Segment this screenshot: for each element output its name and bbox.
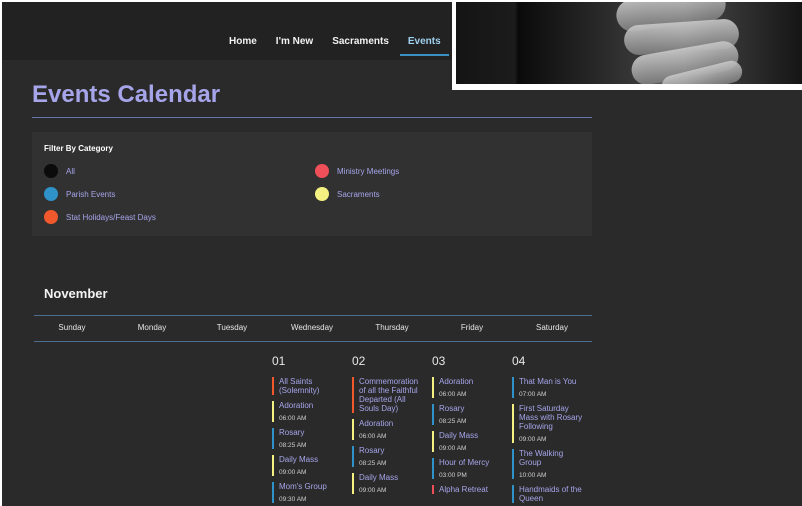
event-item[interactable]: Daily Mass 09:00 AM — [432, 431, 506, 452]
weekday-wednesday: Wednesday — [290, 323, 334, 332]
nav-events[interactable]: Events — [399, 36, 449, 56]
page-frame: Home I'm New Sacraments Events M Events … — [2, 2, 802, 506]
month-heading: November — [44, 286, 108, 301]
filter-label: Stat Holidays/Feast Days — [66, 212, 156, 222]
nav-sacraments[interactable]: Sacraments — [332, 36, 389, 47]
event-time: 08:25 AM — [439, 418, 467, 425]
event-time: 07:00 AM — [519, 391, 547, 398]
page-title: Events Calendar — [32, 81, 221, 108]
event-time: 09:00 AM — [359, 487, 387, 494]
event-item[interactable]: Alpha Retreat — [432, 485, 506, 494]
event-time: 08:25 AM — [279, 442, 307, 449]
day-number: 02 — [352, 354, 366, 368]
weekday-sunday: Sunday — [58, 323, 86, 332]
event-time: 06:00 AM — [439, 391, 467, 398]
nav-home[interactable]: Home — [229, 36, 257, 47]
event-title: Rosary — [279, 428, 305, 437]
event-time: 09:30 AM — [279, 496, 307, 503]
day-number: 03 — [432, 354, 446, 368]
event-title: Rosary — [439, 404, 465, 413]
event-time: 03:00 PM — [439, 472, 467, 479]
event-item[interactable]: Mom's Group 09:30 AM — [272, 482, 346, 503]
filter-ministry-meetings[interactable]: Ministry Meetings — [315, 164, 399, 178]
weekday-thursday: Thursday — [375, 323, 409, 332]
event-item[interactable]: Rosary 08:25 AM — [272, 428, 346, 449]
day-cell: 03 Adoration 06:00 AM Rosary 08:25 AM Daily M… — [432, 354, 512, 500]
day-cell: 01 All Saints (Solemnity) Adoration 06:00 A… — [272, 354, 352, 506]
day-number: 01 — [272, 354, 286, 368]
filter-all[interactable]: All — [44, 164, 75, 178]
category-dot-icon — [44, 210, 58, 224]
video-overlay-frame — [452, 2, 802, 90]
weekday-saturday: Saturday — [535, 323, 569, 332]
event-time: 09:00 AM — [279, 469, 307, 476]
event-title: Handmaids of the Queen — [519, 485, 582, 503]
event-title: Adoration — [279, 401, 314, 410]
filter-label: Sacraments — [337, 189, 380, 199]
main-nav: Home I'm New Sacraments Events M — [229, 36, 487, 56]
category-dot-icon — [315, 164, 329, 178]
day-cell: 04 That Man is You 07:00 AM First Saturday … — [512, 354, 592, 506]
filter-label: Ministry Meetings — [337, 166, 400, 176]
day-number: 04 — [512, 354, 526, 368]
event-time: 09:00 AM — [519, 436, 547, 443]
event-title: Daily Mass — [359, 473, 399, 482]
nav-im-new[interactable]: I'm New — [276, 36, 313, 47]
filter-label: All — [66, 166, 75, 176]
filter-label: Parish Events — [66, 189, 116, 199]
event-title: Daily Mass — [279, 455, 319, 464]
category-dot-icon — [315, 187, 329, 201]
weekday-friday: Friday — [460, 323, 484, 332]
event-time: 09:00 AM — [439, 445, 467, 452]
video-picture — [456, 2, 802, 84]
category-filter-panel: Filter By Category All Parish Events Sta… — [32, 132, 592, 236]
event-time: 10:00 AM — [519, 472, 547, 479]
event-item[interactable]: Rosary 08:25 AM — [432, 404, 506, 425]
category-dot-icon — [44, 187, 58, 201]
event-time: 06:00 AM — [279, 415, 307, 422]
event-time: 08:25 AM — [359, 460, 387, 467]
category-dot-icon — [44, 164, 58, 178]
event-item[interactable]: Handmaids of the Queen — [512, 485, 586, 503]
event-item[interactable]: All Saints (Solemnity) — [272, 377, 346, 395]
weekday-tuesday: Tuesday — [216, 323, 248, 332]
event-item[interactable]: The Walking Group 10:00 AM — [512, 449, 586, 479]
weekday-row-bottom-rule — [34, 341, 592, 342]
filter-heading: Filter By Category — [44, 144, 113, 153]
event-item[interactable]: Adoration 06:00 AM — [432, 377, 506, 398]
event-item[interactable]: Commemoration of all the Faithful Depart… — [352, 377, 426, 413]
weekday-monday: Monday — [137, 323, 167, 332]
filter-stat-holidays[interactable]: Stat Holidays/Feast Days — [44, 210, 156, 224]
event-item[interactable]: That Man is You 07:00 AM — [512, 377, 586, 398]
day-cell: 02 Commemoration of all the Faithful Depa… — [352, 354, 432, 500]
title-divider — [32, 117, 592, 118]
event-time: 06:00 AM — [359, 433, 387, 440]
event-title: Adoration — [359, 419, 394, 428]
event-item[interactable]: Daily Mass 09:00 AM — [352, 473, 426, 494]
event-title: Commemoration of all the Faithful Depart… — [359, 377, 419, 413]
event-title: The Walking Group — [519, 449, 564, 467]
event-item[interactable]: Rosary 08:25 AM — [352, 446, 426, 467]
event-title: Adoration — [439, 377, 474, 386]
event-title: First Saturday Mass with Rosary Followin… — [519, 404, 583, 431]
event-title: Mom's Group — [279, 482, 327, 491]
filter-parish-events[interactable]: Parish Events — [44, 187, 115, 201]
event-item[interactable]: Adoration 06:00 AM — [272, 401, 346, 422]
event-item[interactable]: Hour of Mercy 03:00 PM — [432, 458, 506, 479]
event-item[interactable]: First Saturday Mass with Rosary Followin… — [512, 404, 586, 443]
event-title: All Saints (Solemnity) — [279, 377, 320, 395]
event-title: Rosary — [359, 446, 385, 455]
event-title: Alpha Retreat — [439, 485, 488, 494]
filter-sacraments[interactable]: Sacraments — [315, 187, 380, 201]
event-title: Daily Mass — [439, 431, 479, 440]
weekday-row-top-rule — [34, 315, 592, 316]
event-item[interactable]: Adoration 06:00 AM — [352, 419, 426, 440]
event-item[interactable]: Daily Mass 09:00 AM — [272, 455, 346, 476]
event-title: That Man is You — [519, 377, 577, 386]
event-title: Hour of Mercy — [439, 458, 490, 467]
